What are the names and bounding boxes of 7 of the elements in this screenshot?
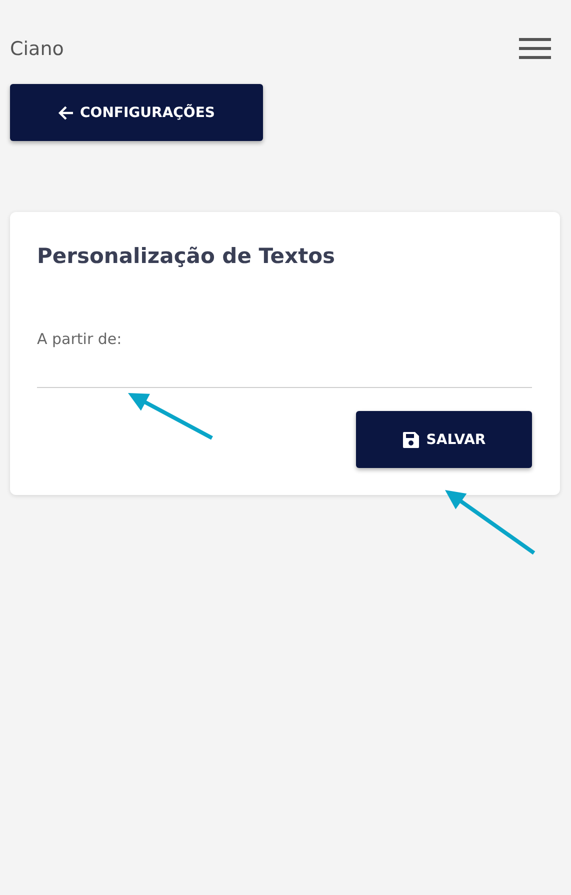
back-button[interactable]: CONFIGURAÇÕES: [10, 84, 263, 141]
menu-icon[interactable]: [519, 38, 551, 60]
save-button[interactable]: SALVAR: [356, 411, 532, 468]
app-title: Ciano: [10, 38, 64, 60]
arrow-left-icon: [58, 104, 74, 120]
card-title: Personalização de Textos: [37, 244, 336, 268]
field-label: A partir de:: [37, 330, 123, 348]
